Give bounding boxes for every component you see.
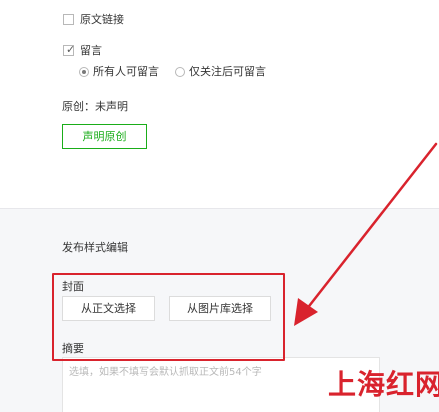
original-link-checkbox[interactable]	[63, 14, 74, 25]
highlight-annotation-box	[52, 273, 285, 361]
comment-checkbox[interactable]: ✓	[63, 43, 76, 56]
radio-followers-comment-label: 仅关注后可留言	[189, 65, 266, 78]
checkmark-icon: ✓	[66, 43, 76, 56]
radio-selected-dot-icon	[82, 70, 86, 74]
radio-everyone-comment-label: 所有人可留言	[93, 65, 159, 78]
declare-original-button[interactable]: 声明原创	[62, 124, 147, 149]
original-link-label: 原文链接	[80, 13, 124, 26]
originality-status: 原创：未声明	[62, 100, 128, 113]
style-edit-title: 发布样式编辑	[62, 241, 128, 254]
watermark-text: 上海红网	[328, 368, 439, 401]
radio-followers-comment[interactable]	[175, 67, 185, 77]
annotation-arrow-icon	[294, 142, 438, 326]
comment-label: 留言	[80, 44, 102, 57]
radio-everyone-comment[interactable]	[79, 67, 89, 77]
